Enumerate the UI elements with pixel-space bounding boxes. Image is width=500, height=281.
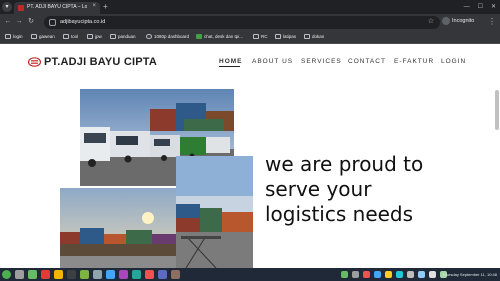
- tab-search-icon[interactable]: ▾: [2, 2, 12, 12]
- browser-menu-icon[interactable]: ⋮: [488, 17, 496, 27]
- clock[interactable]: Thursday September 11, 10:48: [442, 272, 497, 277]
- incognito-icon: [442, 17, 450, 25]
- nav-about-us[interactable]: ABOUT US: [252, 58, 293, 65]
- containers-photo: [60, 188, 176, 268]
- bookmark-item[interactable]: gawean: [31, 34, 55, 39]
- bookmark-item[interactable]: dokan: [304, 34, 324, 39]
- headline-line-2: serve your: [265, 177, 372, 201]
- bookmark-label: 1080p dashboard: [154, 34, 190, 39]
- bookmark-label: login: [13, 34, 23, 39]
- bookmark-label: panduan: [118, 34, 136, 39]
- os-taskbar: Thursday September 11, 10:48: [0, 268, 500, 281]
- tray-icon[interactable]: [385, 271, 392, 278]
- folder-icon: [5, 34, 11, 39]
- browser-tab[interactable]: PT. ADJI BAYU CIPTA – Lo… ×: [14, 2, 100, 14]
- tray-icon[interactable]: [407, 271, 414, 278]
- notes-icon[interactable]: [80, 270, 89, 279]
- bookmark-item[interactable]: 1080p dashboard: [146, 34, 189, 39]
- app-icon[interactable]: [119, 270, 128, 279]
- app-icon[interactable]: [132, 270, 141, 279]
- folder-icon: [253, 34, 259, 39]
- nav-e-faktur[interactable]: E-FAKTUR: [394, 58, 434, 65]
- folder-icon: [110, 34, 116, 39]
- hero-headline: we are proud to serve your logistics nee…: [265, 152, 485, 227]
- tray-icon[interactable]: [363, 271, 370, 278]
- forward-arrow-icon[interactable]: →: [14, 17, 24, 27]
- site-logo[interactable]: PT.ADJI BAYU CIPTA: [28, 56, 157, 68]
- bookmark-label: jpw: [95, 34, 102, 39]
- network-icon[interactable]: [418, 271, 425, 278]
- logo-text: PT.ADJI BAYU CIPTA: [44, 56, 158, 68]
- nav-services[interactable]: SERVICES: [301, 58, 342, 65]
- container-yard-photo: [176, 156, 253, 268]
- bookmark-label: latipas: [283, 34, 297, 39]
- maximize-icon[interactable]: ☐: [478, 2, 483, 12]
- folder-icon: [87, 34, 93, 39]
- app-icon[interactable]: [106, 270, 115, 279]
- site-info-icon[interactable]: [49, 19, 56, 26]
- app-icon[interactable]: [158, 270, 167, 279]
- volume-icon[interactable]: [429, 271, 436, 278]
- company-logo-icon: [28, 57, 41, 67]
- bookmarks-bar: login gawean tool jpw panduan 1080p dash…: [0, 31, 500, 44]
- new-tab-button[interactable]: +: [103, 2, 108, 12]
- browser-tab-strip: ▾ PT. ADJI BAYU CIPTA – Lo… × + — ☐ ✕: [0, 0, 500, 14]
- reload-icon[interactable]: ↻: [26, 17, 36, 27]
- tray-icon[interactable]: [341, 271, 348, 278]
- folder-icon: [63, 34, 69, 39]
- app-icon[interactable]: [41, 270, 50, 279]
- minimize-icon[interactable]: —: [464, 2, 470, 12]
- bookmark-item[interactable]: login: [5, 34, 23, 39]
- page-scrollbar[interactable]: [495, 90, 499, 130]
- nav-home[interactable]: HOME: [219, 58, 243, 65]
- bookmark-item[interactable]: RC: [253, 34, 268, 39]
- folder-icon: [304, 34, 310, 39]
- bookmark-label: dokan: [312, 34, 325, 39]
- window-controls: — ☐ ✕: [464, 2, 496, 12]
- tab-close-icon[interactable]: ×: [92, 3, 96, 9]
- tray-icon[interactable]: [374, 271, 381, 278]
- chrome-icon[interactable]: [54, 270, 63, 279]
- folder-icon[interactable]: [93, 270, 102, 279]
- site-favicon-icon: [18, 5, 24, 11]
- start-menu-icon[interactable]: [2, 270, 11, 279]
- bookmark-item[interactable]: panduan: [110, 34, 136, 39]
- web-page: PT.ADJI BAYU CIPTA HOME ABOUT US SERVICE…: [0, 44, 500, 268]
- bookmark-label: tool: [71, 34, 79, 39]
- app-icon[interactable]: [145, 270, 154, 279]
- close-window-icon[interactable]: ✕: [491, 2, 496, 12]
- url-text[interactable]: adjibayucipta.co.id: [60, 19, 105, 25]
- folder-icon: [275, 34, 281, 39]
- bookmark-item[interactable]: tool: [63, 34, 78, 39]
- app-icon[interactable]: [171, 270, 180, 279]
- bookmark-star-icon[interactable]: ☆: [428, 17, 434, 25]
- files-icon[interactable]: [28, 270, 37, 279]
- incognito-label: Incognito: [452, 18, 475, 24]
- bookmark-label: chat, desk dan tpi...: [204, 34, 244, 39]
- chat-icon: [196, 34, 202, 39]
- folder-icon: [31, 34, 37, 39]
- browser-toolbar: ← → ↻ adjibayucipta.co.id ☆ Incognito ⋮: [0, 14, 500, 31]
- back-arrow-icon[interactable]: ←: [3, 17, 13, 27]
- nav-contact[interactable]: CONTACT: [348, 58, 386, 65]
- desktop-icon[interactable]: [15, 270, 24, 279]
- tab-title: PT. ADJI BAYU CIPTA – Lo…: [27, 4, 87, 10]
- nav-active-underline: [219, 66, 240, 67]
- incognito-indicator[interactable]: Incognito: [442, 17, 474, 25]
- terminal-icon[interactable]: [67, 270, 76, 279]
- globe-icon: [146, 34, 152, 39]
- bookmark-label: gawean: [39, 34, 55, 39]
- bookmark-item[interactable]: chat, desk dan tpi...: [196, 34, 243, 39]
- headline-line-3: logistics needs: [265, 202, 414, 226]
- bookmark-label: RC: [261, 34, 268, 39]
- nav-login[interactable]: LOGIN: [441, 58, 466, 65]
- tray-icon[interactable]: [352, 271, 359, 278]
- address-bar[interactable]: adjibayucipta.co.id ☆: [44, 16, 440, 29]
- tray-icon[interactable]: [396, 271, 403, 278]
- bookmark-item[interactable]: jpw: [87, 34, 102, 39]
- headline-line-1: we are proud to: [265, 152, 424, 176]
- bookmark-item[interactable]: latipas: [275, 34, 296, 39]
